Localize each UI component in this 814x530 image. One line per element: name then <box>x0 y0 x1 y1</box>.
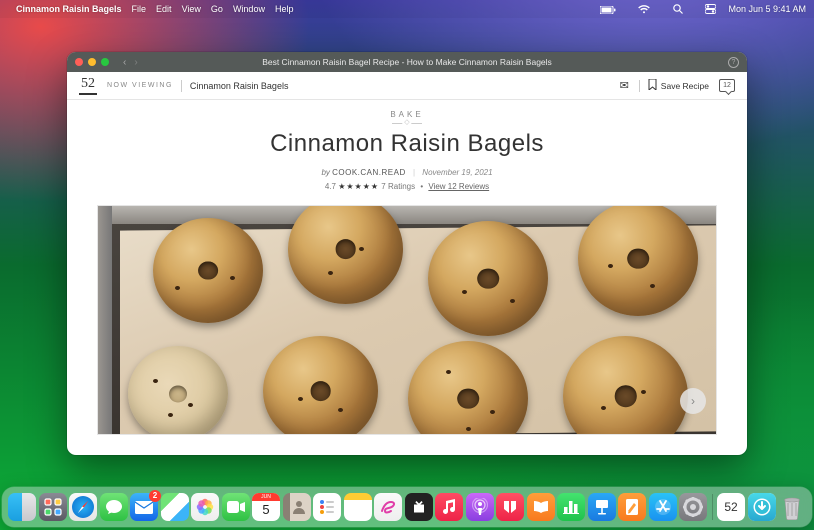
stars-icon: ★★★★★ <box>338 182 379 191</box>
back-button[interactable]: ‹ <box>123 57 126 68</box>
ratings-count: 7 Ratings <box>381 182 415 191</box>
bullet: • <box>420 182 423 191</box>
file-menu[interactable]: File <box>132 4 147 14</box>
safari-icon[interactable] <box>69 493 97 521</box>
email-icon[interactable]: ✉ <box>620 79 629 92</box>
calendar-month: JUN <box>252 493 280 501</box>
finder-icon[interactable] <box>8 493 36 521</box>
food52-logo-text: 52 <box>724 500 737 514</box>
mail-icon[interactable]: 2 <box>130 493 158 521</box>
news-icon[interactable] <box>496 493 524 521</box>
divider <box>639 80 640 92</box>
now-viewing-label: NOW VIEWING <box>107 82 173 89</box>
window-titlebar[interactable]: ‹ › Best Cinnamon Raisin Bagel Recipe - … <box>67 52 747 72</box>
wifi-icon[interactable] <box>628 4 650 14</box>
app-window: ‹ › Best Cinnamon Raisin Bagel Recipe - … <box>67 52 747 455</box>
divider-ornament <box>392 123 422 124</box>
food52-app-icon[interactable]: 52 <box>717 493 745 521</box>
byline: by COOK.CAN.READ | November 19, 2021 <box>67 168 747 177</box>
publish-date: November 19, 2021 <box>422 168 492 177</box>
music-icon[interactable] <box>435 493 463 521</box>
freeform-icon[interactable] <box>374 493 402 521</box>
podcasts-icon[interactable] <box>466 493 494 521</box>
edit-menu[interactable]: Edit <box>156 4 172 14</box>
article-body: BAKE Cinnamon Raisin Bagels by COOK.CAN.… <box>67 100 747 455</box>
keynote-icon[interactable] <box>588 493 616 521</box>
menubar: Cinnamon Raisin Bagels File Edit View Go… <box>0 0 814 18</box>
save-recipe-label: Save Recipe <box>661 81 709 91</box>
app-menu[interactable]: Cinnamon Raisin Bagels <box>16 4 122 14</box>
appstore-icon[interactable] <box>649 493 677 521</box>
next-image-button[interactable]: › <box>680 388 706 414</box>
search-icon[interactable] <box>663 4 683 15</box>
close-button[interactable] <box>75 58 83 66</box>
contacts-icon[interactable] <box>283 493 311 521</box>
view-reviews-link[interactable]: View 12 Reviews <box>428 182 489 191</box>
bookmark-icon <box>648 79 657 92</box>
tv-icon[interactable] <box>405 493 433 521</box>
books-icon[interactable] <box>527 493 555 521</box>
battery-icon[interactable] <box>590 4 616 14</box>
breadcrumb[interactable]: Cinnamon Raisin Bagels <box>190 81 289 91</box>
rating-value: 4.7 <box>325 182 336 191</box>
menubar-clock[interactable]: Mon Jun 5 9:41 AM <box>728 4 806 14</box>
window-menu[interactable]: Window <box>233 4 265 14</box>
maps-icon[interactable] <box>161 493 189 521</box>
notes-icon[interactable] <box>344 493 372 521</box>
by-label: by <box>321 168 329 177</box>
numbers-icon[interactable] <box>557 493 585 521</box>
recipe-title: Cinnamon Raisin Bagels <box>67 130 747 158</box>
help-menu[interactable]: Help <box>275 4 294 14</box>
ratings-row: 4.7 ★★★★★ 7 Ratings • View 12 Reviews <box>67 182 747 191</box>
forward-button[interactable]: › <box>134 57 137 68</box>
downloads-icon[interactable] <box>748 493 776 521</box>
window-title: Best Cinnamon Raisin Bagel Recipe - How … <box>262 57 552 67</box>
launchpad-icon[interactable] <box>39 493 67 521</box>
trash-icon[interactable] <box>778 493 806 521</box>
minimize-button[interactable] <box>88 58 96 66</box>
control-center-icon[interactable] <box>695 4 716 15</box>
mail-badge: 2 <box>149 490 161 502</box>
save-recipe-button[interactable]: Save Recipe <box>648 79 709 92</box>
site-logo[interactable]: 52 <box>79 76 97 95</box>
calendar-day: 5 <box>252 502 280 517</box>
system-settings-icon[interactable] <box>679 493 707 521</box>
zoom-button[interactable] <box>101 58 109 66</box>
traffic-lights <box>75 58 109 66</box>
view-menu[interactable]: View <box>182 4 201 14</box>
author-link[interactable]: COOK.CAN.READ <box>332 168 406 177</box>
pages-icon[interactable] <box>618 493 646 521</box>
dock-separator <box>712 494 713 520</box>
reminders-icon[interactable] <box>313 493 341 521</box>
page-toolbar: 52 NOW VIEWING Cinnamon Raisin Bagels ✉ … <box>67 72 747 100</box>
calendar-icon[interactable]: JUN5 <box>252 493 280 521</box>
comments-button[interactable]: 12 <box>719 79 735 92</box>
messages-icon[interactable] <box>100 493 128 521</box>
go-menu[interactable]: Go <box>211 4 223 14</box>
menubar-status-icons <box>580 4 717 15</box>
facetime-icon[interactable] <box>222 493 250 521</box>
dock: 2 JUN5 52 <box>2 487 812 527</box>
help-icon[interactable]: ? <box>728 57 739 68</box>
hero-image: › <box>97 205 717 435</box>
photos-icon[interactable] <box>191 493 219 521</box>
divider <box>181 80 182 92</box>
